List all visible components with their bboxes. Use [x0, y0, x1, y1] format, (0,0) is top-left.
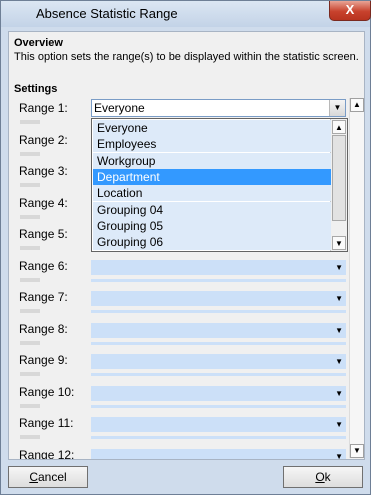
range-11-label: Range 11:	[19, 416, 74, 430]
chevron-down-icon: ▼	[335, 452, 343, 460]
dropdown-scrollbar[interactable]: ▲ ▼	[330, 119, 347, 251]
chevron-down-icon: ▼	[335, 420, 343, 429]
range-1-dropdown-list: ▲ ▼ Everyone Employees Workgroup Department…	[91, 118, 348, 252]
dropdown-option[interactable]: Grouping 06	[93, 234, 331, 251]
range-9-underline	[91, 373, 346, 376]
close-icon: X	[345, 2, 355, 17]
scroll-down-button[interactable]: ▼	[350, 444, 364, 458]
range-11-underline	[91, 436, 346, 439]
range-8-indent-mark	[20, 341, 40, 345]
cancel-accelerator: C	[29, 470, 38, 484]
settings-scrollbar[interactable]: ▲ ▼	[349, 98, 364, 458]
range-4-indent-mark	[20, 215, 40, 219]
overview-heading: Overview	[14, 37, 63, 49]
range-6-underline	[91, 279, 346, 282]
settings-heading: Settings	[14, 83, 58, 95]
chevron-down-icon: ▼	[335, 263, 343, 272]
dialog-content: Overview This option sets the range(s) t…	[8, 31, 365, 460]
chevron-up-icon: ▲	[353, 100, 361, 109]
scroll-up-button[interactable]: ▲	[350, 98, 364, 112]
dropdown-scroll-up[interactable]: ▲	[332, 120, 346, 134]
range-6-indent-mark	[20, 278, 40, 282]
range-7-label: Range 7:	[19, 290, 68, 304]
dropdown-scroll-down[interactable]: ▼	[332, 236, 346, 250]
dropdown-option[interactable]: Location	[93, 185, 331, 202]
range-10-select[interactable]: ▼	[91, 386, 346, 401]
ok-accelerator: O	[315, 470, 325, 484]
title-bar: Absence Statistic Range X	[1, 1, 371, 27]
chevron-down-icon: ▼	[335, 326, 343, 335]
window-title: Absence Statistic Range	[36, 6, 178, 21]
range-6-select[interactable]: ▼	[91, 260, 346, 275]
range-1-value: Everyone	[94, 101, 145, 115]
range-7-indent-mark	[20, 309, 40, 313]
range-3-indent-mark	[20, 183, 40, 187]
chevron-down-icon: ▼	[335, 239, 343, 248]
ok-button[interactable]: Ok	[283, 466, 363, 488]
range-7-underline	[91, 310, 346, 313]
chevron-down-icon[interactable]: ▼	[329, 100, 345, 116]
chevron-down-icon: ▼	[353, 446, 361, 455]
dialog-window: Absence Statistic Range X Overview This …	[0, 0, 371, 495]
range-9-indent-mark	[20, 372, 40, 376]
cancel-label-rest: ancel	[37, 470, 67, 484]
range-2-label: Range 2:	[19, 133, 68, 147]
ok-label-rest: k	[324, 470, 331, 484]
range-6-label: Range 6:	[19, 259, 68, 273]
range-1-select[interactable]: Everyone ▼	[91, 99, 346, 117]
overview-description: This option sets the range(s) to be disp…	[14, 51, 359, 63]
range-2-indent-mark	[20, 152, 40, 156]
range-4-label: Range 4:	[19, 196, 68, 210]
chevron-down-icon: ▼	[335, 294, 343, 303]
dropdown-option[interactable]: Workgroup	[93, 152, 331, 169]
range-8-underline	[91, 342, 346, 345]
range-1-label: Range 1:	[19, 101, 68, 115]
range-11-indent-mark	[20, 435, 40, 439]
dropdown-option[interactable]: Department	[93, 168, 331, 185]
range-11-select[interactable]: ▼	[91, 417, 346, 432]
chevron-down-icon: ▼	[335, 389, 343, 398]
range-9-select[interactable]: ▼	[91, 354, 346, 369]
dropdown-option[interactable]: Employees	[93, 136, 331, 153]
range-5-label: Range 5:	[19, 227, 68, 241]
range-5-indent-mark	[20, 246, 40, 250]
dropdown-option[interactable]: Grouping 04	[93, 201, 331, 218]
range-8-label: Range 8:	[19, 322, 68, 336]
chevron-up-icon: ▲	[335, 123, 343, 132]
range-9-label: Range 9:	[19, 353, 68, 367]
range-8-select[interactable]: ▼	[91, 323, 346, 338]
close-button[interactable]: X	[329, 1, 371, 21]
chevron-down-icon: ▼	[335, 357, 343, 366]
dropdown-scroll-thumb[interactable]	[332, 135, 346, 221]
dropdown-option[interactable]: Grouping 05	[93, 217, 331, 234]
range-10-indent-mark	[20, 404, 40, 408]
range-12-select[interactable]: ▼	[91, 449, 346, 460]
range-3-label: Range 3:	[19, 164, 68, 178]
range-7-select[interactable]: ▼	[91, 291, 346, 306]
dropdown-option[interactable]: Everyone	[93, 120, 331, 136]
range-10-underline	[91, 405, 346, 408]
cancel-button[interactable]: Cancel	[8, 466, 88, 488]
range-1-indent-mark	[20, 120, 40, 124]
range-12-label: Range 12:	[19, 448, 75, 460]
range-10-label: Range 10:	[19, 385, 75, 399]
